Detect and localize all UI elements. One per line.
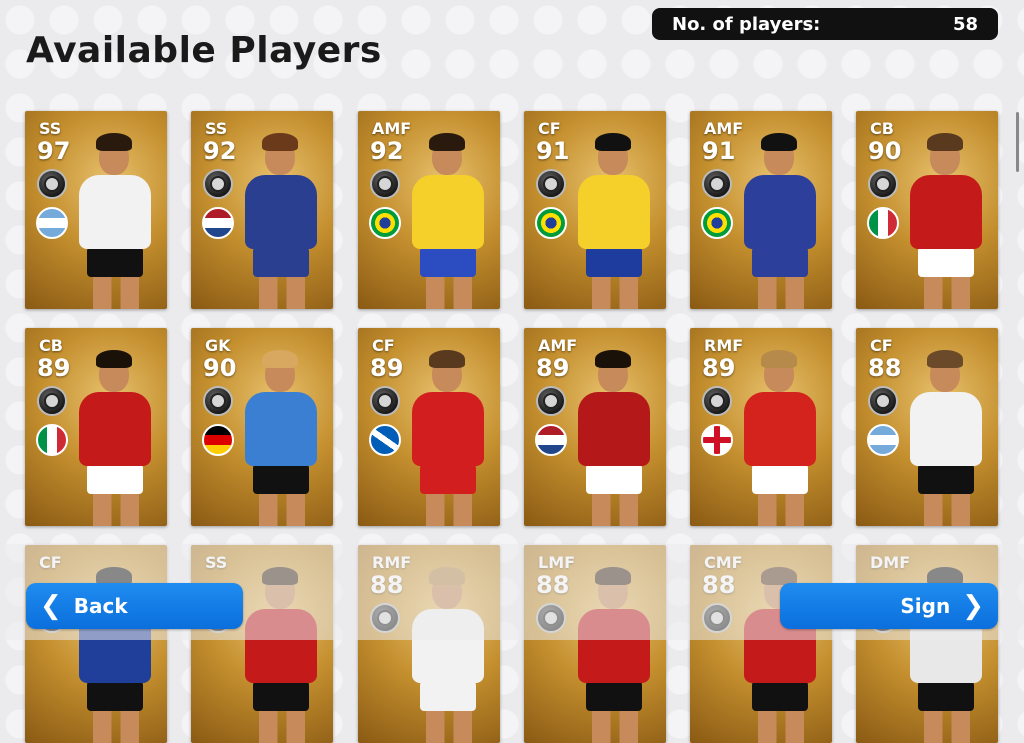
player-image: [568, 129, 660, 309]
nationality-flag-icon: [369, 424, 401, 456]
player-rating: 89: [370, 354, 404, 382]
player-position: CB: [39, 336, 63, 355]
player-position: AMF: [538, 336, 578, 355]
chevron-left-icon: ❮: [40, 591, 62, 621]
player-image: [734, 346, 826, 526]
back-button-label: Back: [73, 594, 128, 618]
player-card[interactable]: CB 89: [25, 328, 167, 526]
player-rating: 88: [868, 354, 902, 382]
sign-button[interactable]: Sign ❯: [780, 583, 998, 629]
player-rating: 89: [536, 354, 570, 382]
player-card[interactable]: RMF 89: [690, 328, 832, 526]
ball-icon: [536, 386, 566, 416]
player-rating: 90: [203, 354, 237, 382]
nationality-flag-icon: [701, 424, 733, 456]
player-card[interactable]: SS 92: [191, 111, 333, 309]
back-button[interactable]: ❮ Back: [26, 583, 243, 629]
player-image: [69, 129, 161, 309]
player-image: [900, 129, 992, 309]
sign-button-label: Sign: [900, 594, 951, 618]
player-rating: 91: [536, 137, 570, 165]
player-card[interactable]: AMF 89: [524, 328, 666, 526]
scrollbar[interactable]: [1016, 112, 1019, 172]
player-position: SS: [205, 119, 228, 138]
chevron-right-icon: ❯: [962, 591, 984, 621]
player-position: CF: [538, 119, 561, 138]
player-position: RMF: [704, 336, 744, 355]
player-rating: 92: [370, 137, 404, 165]
player-rating: 90: [868, 137, 902, 165]
player-rating: 89: [702, 354, 736, 382]
ball-icon: [203, 169, 233, 199]
ball-icon: [702, 169, 732, 199]
nationality-flag-icon: [36, 207, 68, 239]
ball-icon: [203, 386, 233, 416]
player-card[interactable]: GK 90: [191, 328, 333, 526]
nationality-flag-icon: [867, 424, 899, 456]
ball-icon: [37, 169, 67, 199]
nationality-flag-icon: [36, 424, 68, 456]
player-card[interactable]: CF 88: [856, 328, 998, 526]
nationality-flag-icon: [701, 207, 733, 239]
ball-icon: [37, 386, 67, 416]
player-rating: 97: [37, 137, 71, 165]
ball-icon: [868, 386, 898, 416]
player-card[interactable]: CF 89: [358, 328, 500, 526]
player-image: [69, 346, 161, 526]
player-image: [402, 346, 494, 526]
player-position: AMF: [372, 119, 412, 138]
player-position: CB: [870, 119, 894, 138]
player-image: [900, 346, 992, 526]
player-rating: 91: [702, 137, 736, 165]
nationality-flag-icon: [202, 207, 234, 239]
ball-icon: [702, 386, 732, 416]
player-card[interactable]: SS 97: [25, 111, 167, 309]
player-card[interactable]: CB 90: [856, 111, 998, 309]
player-rating: 89: [37, 354, 71, 382]
nationality-flag-icon: [202, 424, 234, 456]
player-position: GK: [205, 336, 231, 355]
ball-icon: [370, 169, 400, 199]
player-position: CF: [870, 336, 893, 355]
player-image: [568, 346, 660, 526]
ball-icon: [536, 169, 566, 199]
nationality-flag-icon: [369, 207, 401, 239]
player-image: [734, 129, 826, 309]
nationality-flag-icon: [867, 207, 899, 239]
nationality-flag-icon: [535, 207, 567, 239]
ball-icon: [868, 169, 898, 199]
player-image: [235, 346, 327, 526]
player-image: [235, 129, 327, 309]
player-image: [402, 129, 494, 309]
player-position: AMF: [704, 119, 744, 138]
ball-icon: [370, 386, 400, 416]
player-position: SS: [39, 119, 62, 138]
player-card[interactable]: AMF 92: [358, 111, 500, 309]
player-card[interactable]: AMF 91: [690, 111, 832, 309]
nationality-flag-icon: [535, 424, 567, 456]
player-card[interactable]: CF 91: [524, 111, 666, 309]
player-position: CF: [372, 336, 395, 355]
player-rating: 92: [203, 137, 237, 165]
